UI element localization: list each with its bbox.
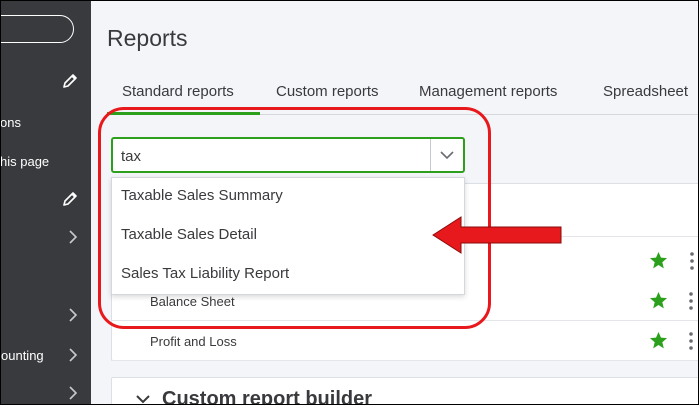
- more-options-icon[interactable]: [688, 291, 694, 311]
- active-tab-indicator: [107, 112, 260, 115]
- left-arrow-annotation: [432, 216, 562, 254]
- page-title: Reports: [107, 25, 188, 51]
- chevron-down-icon: [440, 150, 454, 159]
- suggestion-sales-tax-liability-report[interactable]: Sales Tax Liability Report: [121, 265, 289, 282]
- chevron-right-icon[interactable]: [67, 308, 79, 322]
- app-window: ons his page ounting Reports Standard re…: [1, 1, 698, 404]
- search-suggestions-dropdown: Taxable Sales Summary Taxable Sales Deta…: [111, 177, 465, 295]
- favorite-star-icon[interactable]: [649, 251, 668, 270]
- main-content: Reports Standard reports Custom reports …: [91, 1, 698, 404]
- report-search-combobox[interactable]: [111, 137, 465, 173]
- chevron-right-icon[interactable]: [67, 348, 79, 362]
- dropdown-toggle-button[interactable]: [430, 139, 463, 171]
- report-row-profit-and-loss[interactable]: Profit and Loss: [111, 321, 698, 361]
- report-tabs: Standard reports Custom reports Manageme…: [107, 83, 698, 115]
- sidebar-item-menu-options[interactable]: ons: [1, 113, 91, 137]
- suggestion-taxable-sales-summary[interactable]: Taxable Sales Summary: [121, 187, 283, 204]
- pencil-icon[interactable]: [62, 191, 78, 207]
- sidebar-item-this-page[interactable]: his page: [1, 152, 91, 176]
- section-title: Custom report builder: [162, 388, 373, 404]
- favorite-star-icon[interactable]: [649, 291, 668, 310]
- chevron-right-icon[interactable]: [67, 230, 79, 244]
- sidebar-item-label: ounting: [1, 348, 44, 363]
- pencil-icon[interactable]: [62, 73, 78, 89]
- sidebar-item-label: his page: [1, 154, 50, 169]
- tab-management-reports[interactable]: Management reports: [419, 83, 557, 100]
- suggestion-taxable-sales-detail[interactable]: Taxable Sales Detail: [121, 226, 257, 243]
- more-options-icon[interactable]: [689, 251, 695, 271]
- favorite-star-icon[interactable]: [649, 331, 668, 350]
- report-name[interactable]: Balance Sheet: [150, 294, 235, 309]
- report-search-input[interactable]: [121, 145, 421, 167]
- sidebar-new-button[interactable]: [1, 15, 74, 43]
- custom-report-builder-card[interactable]: Custom report builder: [111, 377, 698, 404]
- chevron-down-icon[interactable]: [136, 394, 150, 404]
- left-nav-sidebar: ons his page ounting: [1, 1, 91, 404]
- tab-standard-reports[interactable]: Standard reports: [122, 83, 234, 100]
- more-options-icon[interactable]: [688, 331, 694, 351]
- sidebar-item-label: ons: [1, 115, 21, 130]
- report-name[interactable]: Profit and Loss: [150, 334, 237, 349]
- tab-custom-reports[interactable]: Custom reports: [276, 83, 379, 100]
- tab-spreadsheet[interactable]: Spreadsheet: [603, 83, 688, 100]
- chevron-right-icon[interactable]: [67, 386, 79, 400]
